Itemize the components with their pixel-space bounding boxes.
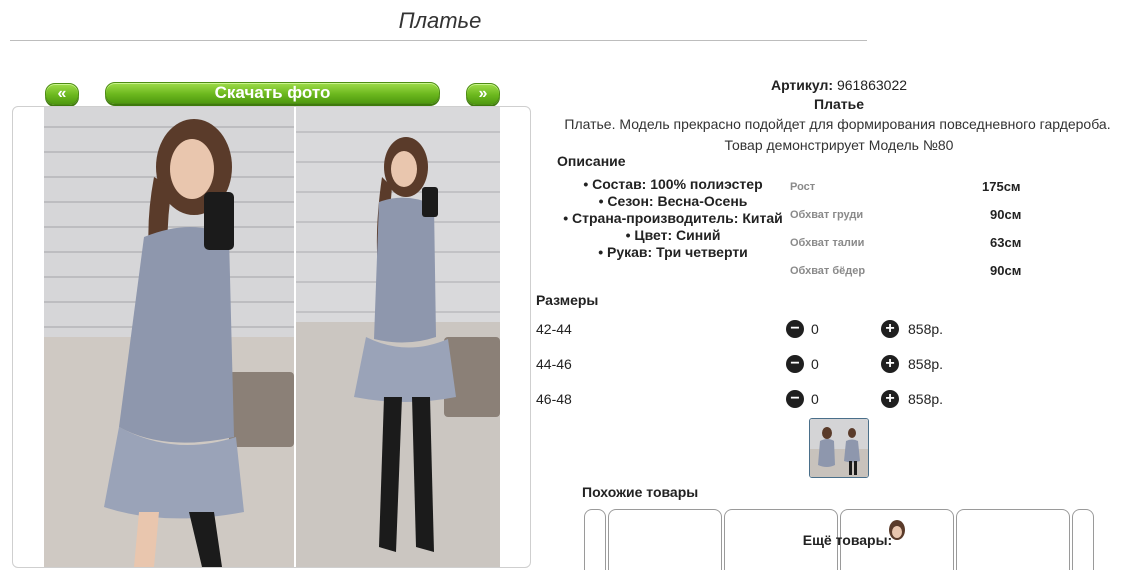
product-name: Платье	[814, 96, 864, 112]
measurement-value: 90см	[990, 207, 1022, 222]
next-photo-button[interactable]: »	[466, 83, 500, 105]
article-line: Артикул: 961863022	[655, 77, 1023, 93]
quantity-value: 0	[811, 321, 819, 337]
price-value: 858р.	[908, 356, 944, 372]
photo-frame	[12, 106, 531, 568]
size-list: 42-44 − 0 + 858р. 44-46 − 0 + 858р. 46-4…	[536, 318, 976, 423]
quantity-value: 0	[811, 356, 819, 372]
sizes-heading: Размеры	[536, 292, 599, 308]
spec-item: Цвет: Синий	[548, 227, 798, 244]
measurement-value: 175см	[982, 179, 1021, 194]
size-row: 42-44 − 0 + 858р.	[536, 318, 976, 353]
measurement-row: Рост 175см	[790, 179, 1050, 207]
measurement-row: Обхват талии 63см	[790, 235, 1050, 263]
product-description: Платье. Модель прекрасно подойдет для фо…	[564, 116, 1111, 132]
measurement-value: 63см	[990, 235, 1022, 250]
measurement-label: Обхват талии	[790, 237, 865, 249]
spec-item: Рукав: Три четверти	[548, 244, 798, 261]
spec-item: Сезон: Весна-Осень	[548, 193, 798, 210]
plus-button[interactable]: +	[881, 355, 899, 373]
download-photo-button[interactable]: Скачать фото	[105, 82, 440, 104]
measurement-row: Обхват груди 90см	[790, 207, 1050, 235]
carousel-right-edge[interactable]	[1072, 509, 1094, 570]
title-divider	[10, 40, 867, 41]
minus-button[interactable]: −	[786, 320, 804, 338]
spec-list: Состав: 100% полиэстер Сезон: Весна-Осен…	[548, 176, 798, 261]
description-heading: Описание	[557, 153, 626, 169]
similar-products-heading: Похожие товары	[582, 484, 699, 500]
size-row: 46-48 − 0 + 858р.	[536, 388, 976, 423]
minus-button[interactable]: −	[786, 390, 804, 408]
more-products-heading: Ещё товары:	[802, 532, 893, 548]
measurement-label: Обхват груди	[790, 209, 864, 221]
carousel-left-edge[interactable]	[584, 509, 606, 570]
size-label: 46-48	[536, 391, 572, 407]
plus-button[interactable]: +	[881, 390, 899, 408]
measurement-row: Обхват бёдер 90см	[790, 263, 1050, 291]
measurement-label: Обхват бёдер	[790, 265, 866, 277]
price-value: 858р.	[908, 321, 944, 337]
price-value: 858р.	[908, 391, 944, 407]
thumbnail-image	[810, 419, 868, 477]
measurement-value: 90см	[990, 263, 1022, 278]
spec-item: Состав: 100% полиэстер	[548, 176, 798, 193]
measurements-table: Рост 175см Обхват груди 90см Обхват тали…	[790, 179, 1050, 291]
product-photo[interactable]	[44, 107, 500, 567]
size-label: 42-44	[536, 321, 572, 337]
article-value: 961863022	[836, 77, 908, 93]
spec-item: Страна-производитель: Китай	[548, 210, 798, 227]
measurement-label: Рост	[790, 181, 816, 193]
prev-photo-button[interactable]: «	[45, 83, 79, 105]
page-title: Платье	[398, 8, 482, 33]
plus-button[interactable]: +	[881, 320, 899, 338]
quantity-value: 0	[811, 391, 819, 407]
article-label: Артикул:	[770, 77, 834, 93]
photo-thumbnail[interactable]	[809, 418, 869, 478]
model-note: Товар демонстрирует Модель №80	[724, 137, 954, 153]
size-row: 44-46 − 0 + 858р.	[536, 353, 976, 388]
size-label: 44-46	[536, 356, 572, 372]
minus-button[interactable]: −	[786, 355, 804, 373]
